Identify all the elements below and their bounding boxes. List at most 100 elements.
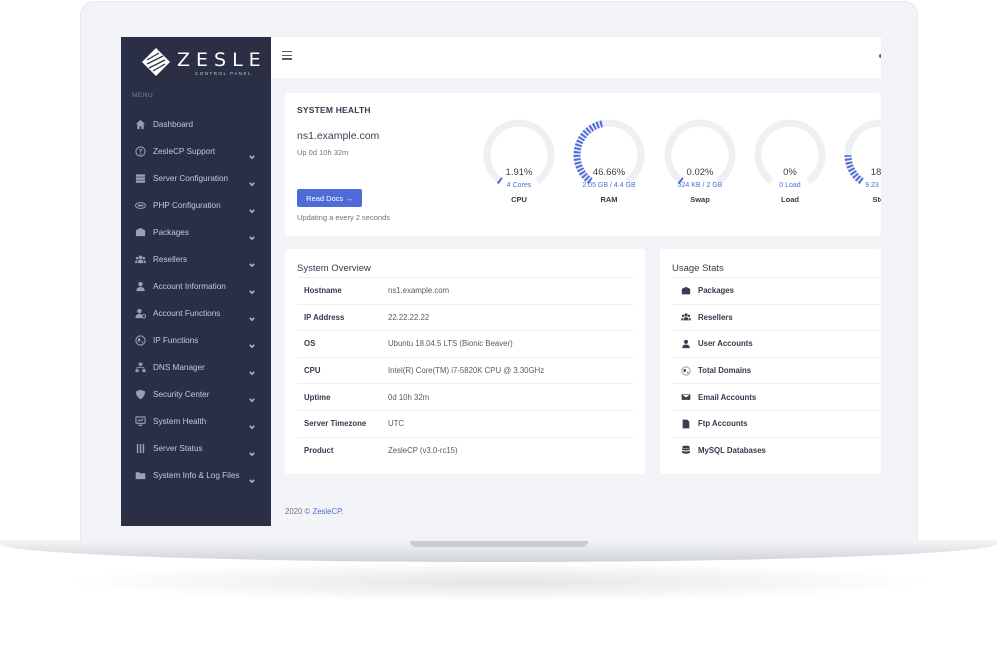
gauge-cpu: 1.91% 4 Cores CPU [481,117,557,217]
footer-link[interactable]: ZesleCP. [312,507,343,516]
gauge-percent: 18.8 [870,167,881,178]
shield-icon [134,389,146,401]
hamburger-menu-icon[interactable] [282,51,292,61]
chevron-down-icon [249,201,255,214]
table-row: Product ZesleCP (v3.0-rc15) [297,436,633,464]
gauge-label: Stor [872,195,882,204]
monitor-icon [134,416,146,428]
usage-label: MySQL Databases [698,445,766,455]
topbar [271,37,881,78]
sidebar-item-system-info-log-files[interactable]: System Info & Log Files [121,462,271,489]
row-key: Server Timezone [304,419,367,429]
gauge-label: Swap [690,195,710,204]
home-icon [134,119,146,131]
list-item[interactable]: Resellers [672,303,881,331]
sidebar-item-label: Server Configuration [153,174,229,183]
laptop-mockup: ZESLE CONTROL PANEL MENU Dashboard ZesleC… [0,0,997,653]
list-item[interactable]: User Accounts [672,330,881,357]
sidebar-item-label: IP Functions [153,336,199,345]
sidebar-item-label: Resellers [153,255,188,264]
laptop-notch [410,541,588,547]
table-row: CPU Intel(R) Core(TM) i7-5820K CPU @ 3.30… [297,356,633,384]
health-hostname: ns1.example.com [297,130,380,142]
usage-label: User Accounts [698,339,753,349]
sidebar-item-label: PHP Configuration [153,201,221,210]
list-item[interactable]: Email Accounts [672,383,881,410]
sidebar-item-server-configuration[interactable]: Server Configuration [121,165,271,192]
sidebar-item-account-functions[interactable]: Account Functions [121,300,271,327]
folder-icon [134,470,146,482]
sidebar-item-server-status[interactable]: Server Status [121,435,271,462]
chevron-down-icon [249,471,255,484]
package-icon [134,227,146,239]
user-cog-icon [134,308,146,320]
chevron-down-icon [249,174,255,187]
chevron-down-icon [249,228,255,241]
chevron-down-icon [249,309,255,322]
users-icon [134,254,146,266]
sidebar-item-security-center[interactable]: Security Center [121,381,271,408]
brand-name: ZESLE [177,49,267,71]
gauge-load: 0% 0 Load Load [752,117,828,217]
system-health-card: SYSTEM HEALTH ns1.example.com Up 0d 10h … [285,93,881,236]
gauge-detail: 2.05 GB / 4.4 GB [582,182,636,189]
sidebar-item-label: Account Information [153,282,226,291]
chevron-down-icon [249,417,255,430]
sidebar-item-label: DNS Manager [153,363,205,372]
sidebar-item-system-health[interactable]: System Health [121,408,271,435]
sitemap-icon [134,362,146,374]
database-icon [678,444,694,456]
usage-label: Total Domains [698,366,752,376]
list-item[interactable]: MySQL Databases [672,436,881,464]
chevron-down-icon [249,255,255,268]
list-item[interactable]: Total Domains [672,356,881,384]
users-icon [678,311,694,323]
gauge-label: Load [781,195,799,204]
chevron-down-icon [249,363,255,376]
sidebar-item-account-information[interactable]: Account Information [121,273,271,300]
list-item[interactable]: Ftp Accounts [672,409,881,437]
table-row: Uptime 0d 10h 32m [297,383,633,410]
usage-label: Resellers [698,312,733,322]
row-value: 22.22.22.22 [388,312,430,322]
brand-logo[interactable]: ZESLE CONTROL PANEL [139,47,261,81]
table-row: IP Address 22.22.22.22 [297,303,633,331]
usage-label: Email Accounts [698,392,757,402]
sidebar-item-ip-functions[interactable]: IP Functions [121,327,271,354]
user-menu-icon[interactable] [879,54,881,58]
row-key: OS [304,339,316,349]
read-docs-button[interactable]: Read Docs → [297,189,362,207]
row-key: Uptime [304,392,331,402]
menu-label: MENU [132,92,154,99]
list-item[interactable]: Packages [672,277,881,304]
row-key: Product [304,445,334,455]
sidebar-item-zeslecp-support[interactable]: ZesleCP Support [121,138,271,165]
usage-stats-card: Usage Stats Packages Resellers User Accoun… [660,249,881,474]
sidebar-item-dns-manager[interactable]: DNS Manager [121,354,271,381]
gauge-detail: 4 Cores [506,182,532,189]
usage-label: Packages [698,286,734,296]
overview-table: Hostname ns1.example.com IP Address 22.22.2… [297,277,633,463]
zesle-logo-icon [142,48,170,76]
row-value: ns1.example.com [388,286,450,296]
sidebar-item-php-configuration[interactable]: PHP Configuration [121,192,271,219]
sidebar-item-dashboard[interactable]: Dashboard [121,111,271,138]
globe-icon [678,365,694,377]
row-key: Hostname [304,286,342,296]
gauge-swap: 0.02% 524 KB / 2 GB Swap [662,117,738,217]
brand-tagline: CONTROL PANEL [195,71,253,76]
sidebar-item-packages[interactable]: Packages [121,219,271,246]
sidebar-item-label: Account Functions [153,309,221,318]
laptop-shadow [60,562,937,602]
usage-list: Packages Resellers User Accounts Total Doma… [672,277,881,463]
sidebar-item-label: System Info & Log Files [153,471,240,480]
row-value: Ubuntu 18.04.5 LTS (Bionic Beaver) [388,339,513,349]
status-icon [134,443,146,455]
server-icon [134,173,146,185]
sidebar-nav: Dashboard ZesleCP Support Server Configura… [121,111,271,489]
row-key: IP Address [304,312,345,322]
sidebar-item-resellers[interactable]: Resellers [121,246,271,273]
update-note: Updating a every 2 seconds [297,213,390,222]
row-key: CPU [304,366,321,376]
sidebar-item-label: ZesleCP Support [153,147,216,156]
